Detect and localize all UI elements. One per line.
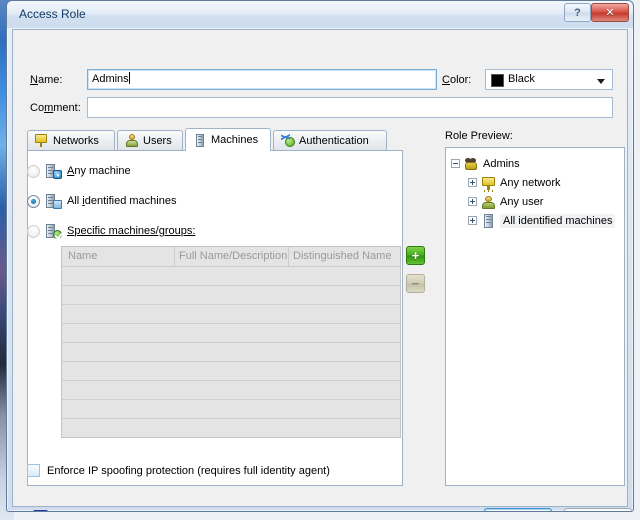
grid-header-row: Name Full Name/Description Distinguished… xyxy=(62,247,400,267)
tab-users[interactable]: Users xyxy=(117,130,183,150)
radio-option-specific-machines[interactable]: Specific machines/groups: xyxy=(27,224,196,239)
tree-node-all-identified-machines[interactable]: All identified machines xyxy=(446,211,624,230)
chevron-down-icon xyxy=(597,79,605,84)
title-bar[interactable]: Access Role ? ✕ xyxy=(7,1,633,28)
remove-machine-button[interactable]: − xyxy=(406,274,425,293)
color-value: Black xyxy=(508,73,535,85)
tab-label: Machines xyxy=(211,134,259,146)
grid-column-header[interactable]: Name xyxy=(68,250,97,262)
name-input[interactable]: Admins xyxy=(87,69,437,90)
tab-label: Authentication xyxy=(299,134,369,147)
expand-icon[interactable] xyxy=(468,197,477,206)
tree-node-label: Admins xyxy=(483,157,520,170)
group-icon xyxy=(464,157,479,171)
tab-label: Users xyxy=(143,134,172,147)
close-button[interactable]: ✕ xyxy=(591,3,629,22)
tab-label: Networks xyxy=(53,134,99,147)
tab-strip: Networks Users Machines Authentication xyxy=(27,128,403,151)
tree-node-admins[interactable]: Admins xyxy=(446,154,624,173)
machines-grid[interactable]: Name Full Name/Description Distinguished… xyxy=(61,246,401,438)
expand-icon[interactable] xyxy=(468,216,477,225)
add-machine-button[interactable]: + xyxy=(406,246,425,265)
ok-button[interactable]: OK xyxy=(484,508,552,511)
radio-button[interactable] xyxy=(27,194,40,208)
tree-node-label: Any network xyxy=(500,176,561,189)
authentication-icon xyxy=(281,134,295,147)
radio-label: All identified machines xyxy=(67,195,177,207)
dialog-client-area: Name: Admins Color: Black Comment: Netwo… xyxy=(12,29,632,511)
comment-input[interactable] xyxy=(87,97,613,118)
server-icon xyxy=(481,213,496,228)
radio-option-any-machine[interactable]: Any machine xyxy=(27,164,131,179)
grid-column-header[interactable]: Full Name/Description xyxy=(179,250,287,262)
enforce-ip-spoofing-checkbox-row[interactable]: Enforce IP spoofing protection (requires… xyxy=(27,464,330,477)
checkbox[interactable] xyxy=(27,464,40,477)
window-title: Access Role xyxy=(19,7,86,21)
tab-authentication[interactable]: Authentication xyxy=(273,130,387,150)
network-monitor-icon xyxy=(35,134,49,147)
name-label: Name: xyxy=(30,74,63,86)
cancel-button[interactable]: Cancel xyxy=(564,508,632,511)
expand-icon[interactable] xyxy=(468,178,477,187)
radio-button[interactable] xyxy=(27,164,40,178)
machine-any-icon xyxy=(46,164,62,179)
collapse-icon[interactable] xyxy=(451,159,460,168)
machine-identified-icon xyxy=(46,194,62,209)
role-preview-label: Role Preview: xyxy=(445,130,513,142)
radio-label: Specific machines/groups: xyxy=(67,225,196,237)
radio-label: Any machine xyxy=(67,165,131,177)
radio-button[interactable] xyxy=(27,224,40,238)
access-role-dialog: Access Role ? ✕ Name: Admins Color: Blac… xyxy=(6,0,634,512)
machine-specific-icon xyxy=(46,224,62,239)
tab-networks[interactable]: Networks xyxy=(27,130,115,150)
color-label: Color: xyxy=(442,74,472,86)
tree-node-any-user[interactable]: Any user xyxy=(446,192,624,211)
radio-option-all-identified-machines[interactable]: All identified machines xyxy=(27,194,177,209)
role-preview-tree[interactable]: Admins Any network Any user All identifi… xyxy=(445,147,625,486)
grid-column-header[interactable]: Distinguished Name xyxy=(293,250,391,262)
checkbox-label: Enforce IP spoofing protection (requires… xyxy=(47,464,330,477)
color-dropdown[interactable]: Black xyxy=(485,69,613,90)
comment-label: Comment: xyxy=(30,102,81,114)
tab-machines[interactable]: Machines xyxy=(185,128,271,151)
user-icon xyxy=(481,195,496,209)
info-icon: i xyxy=(33,510,48,511)
help-button[interactable]: ? xyxy=(564,3,591,22)
tree-node-label: Any user xyxy=(500,195,544,208)
tree-node-label: All identified machines xyxy=(500,213,616,228)
user-icon xyxy=(125,134,139,147)
color-swatch xyxy=(491,74,504,87)
network-icon xyxy=(481,176,496,190)
machine-server-icon xyxy=(193,133,207,147)
tree-node-any-network[interactable]: Any network xyxy=(446,173,624,192)
